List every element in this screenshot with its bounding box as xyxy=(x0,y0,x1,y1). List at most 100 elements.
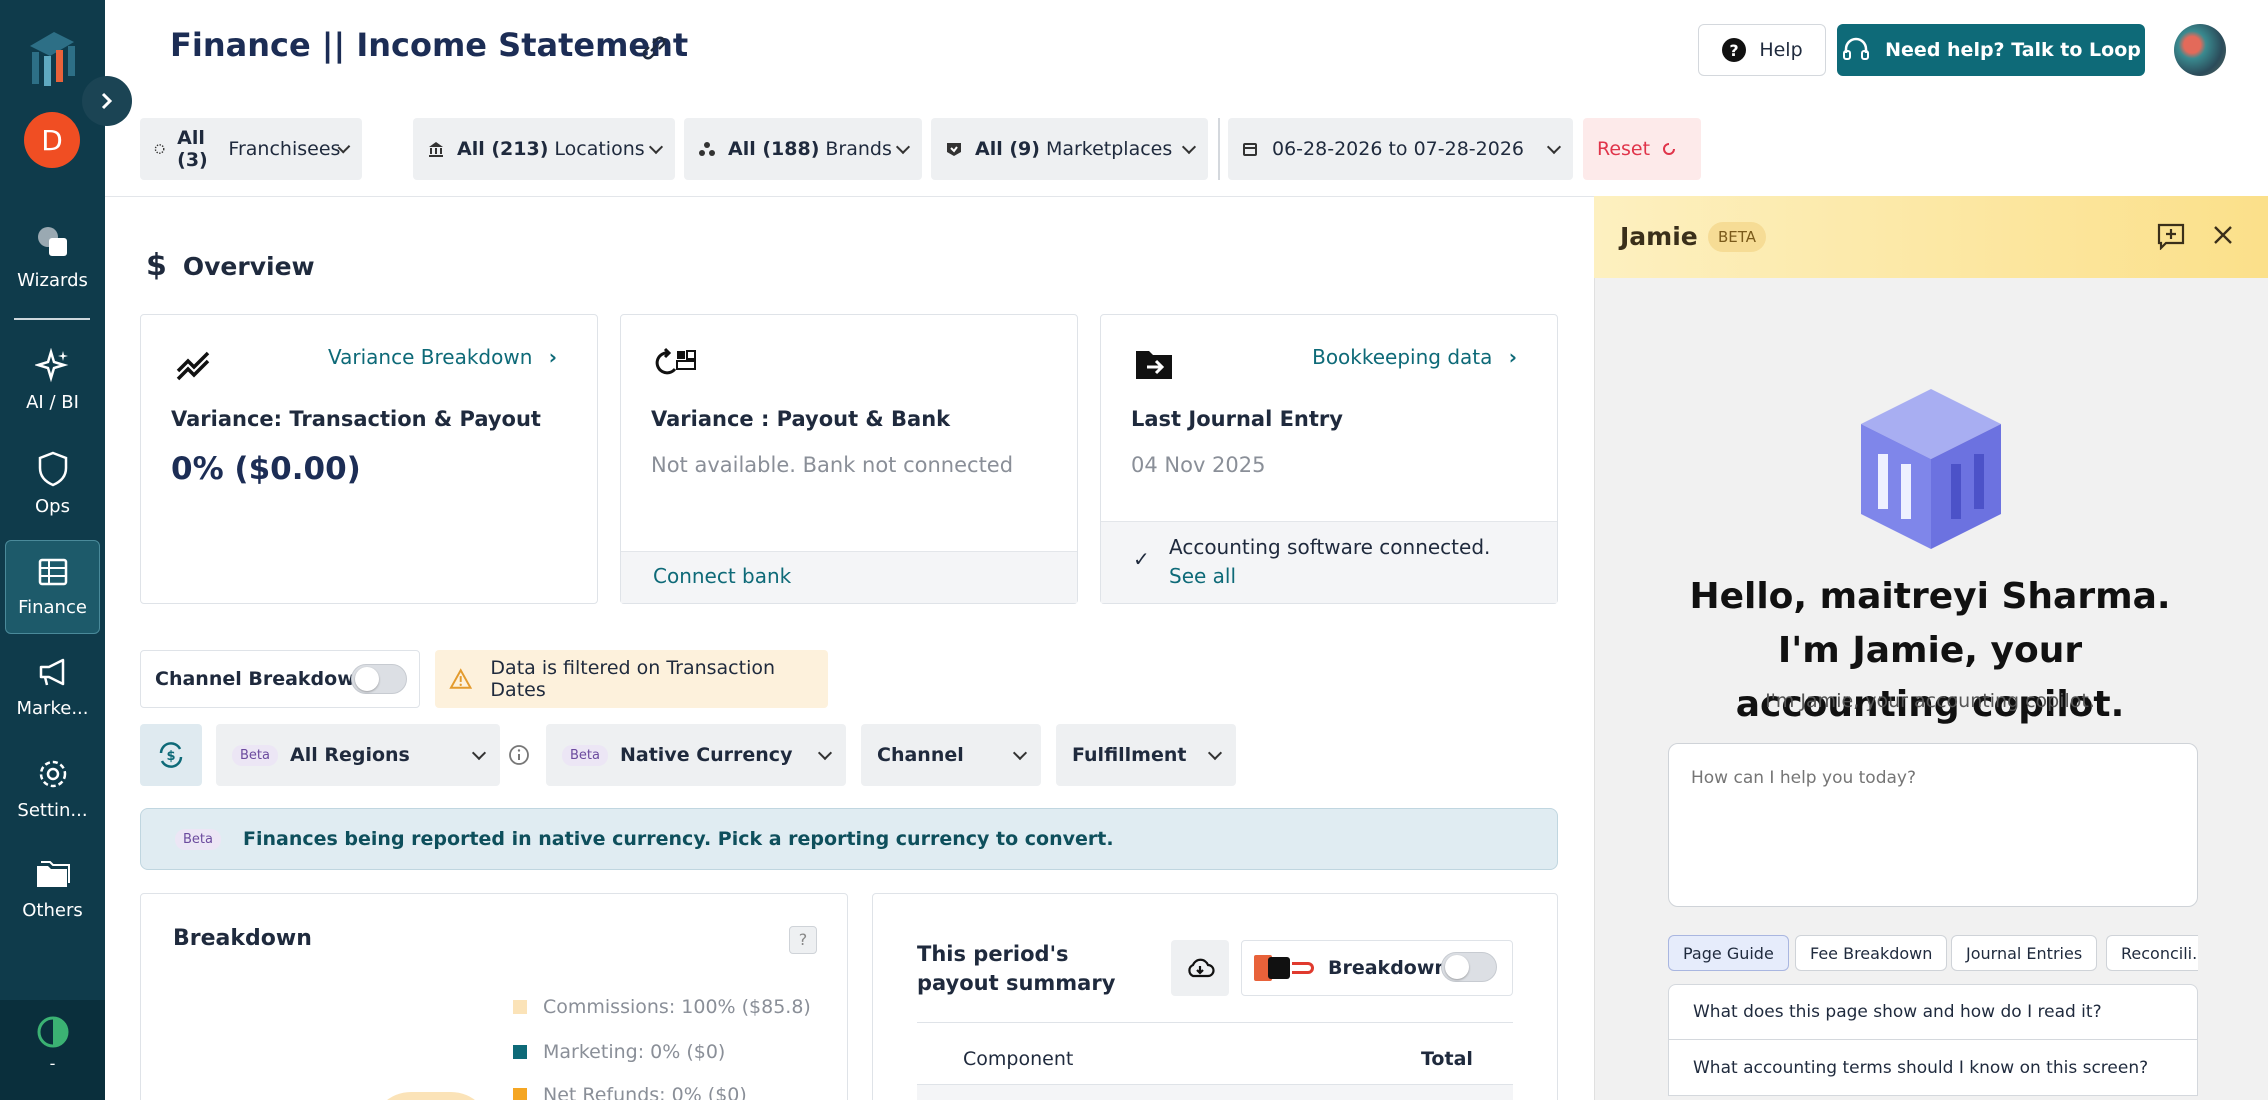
sidebar-item-wizards[interactable]: Wizards xyxy=(0,222,105,291)
reset-button[interactable]: Reset xyxy=(1583,118,1701,180)
sidebar-item-label: Marke... xyxy=(16,698,89,719)
chip-fee-breakdown[interactable]: Fee Breakdown xyxy=(1795,935,1948,971)
legend-swatch xyxy=(513,1045,527,1059)
suggestion-item[interactable]: What does this page show and how do I re… xyxy=(1668,984,2198,1040)
legend-item: Commissions: 100% ($85.8) xyxy=(513,996,811,1018)
help-button[interactable]: ? Help xyxy=(1698,24,1826,76)
dots-icon xyxy=(154,144,165,154)
talk-to-loop-button[interactable]: Need help? Talk to Loop xyxy=(1837,24,2145,76)
table-header-row xyxy=(917,1084,1513,1100)
franchisees-label: Franchisees xyxy=(228,138,341,160)
new-chat-icon[interactable] xyxy=(2156,222,2186,250)
channel-breakdown-toggle[interactable] xyxy=(351,664,407,694)
sidebar-item-ai-bi[interactable]: AI / BI xyxy=(0,348,105,413)
svg-text:?: ? xyxy=(1730,41,1739,60)
chip-journal-entries[interactable]: Journal Entries xyxy=(1951,935,2098,971)
sidebar-item-ops[interactable]: Ops xyxy=(0,450,105,517)
chevron-down-icon xyxy=(1207,745,1223,760)
chevron-right-icon xyxy=(101,92,113,110)
legend-label: Net Refunds: 0% ($0) xyxy=(543,1084,747,1100)
gear-icon xyxy=(39,760,66,788)
date-range-filter[interactable]: 06-28-2026 to 07-28-2026 xyxy=(1228,118,1573,180)
fulfillment-dropdown[interactable]: Fulfillment xyxy=(1056,724,1236,786)
svg-text:$: $ xyxy=(166,749,175,764)
franchisees-count: All (3) xyxy=(177,127,208,171)
jamie-subtitle: I'm Jamie, your accounting copilot. xyxy=(1765,690,2095,712)
chip-page-guide[interactable]: Page Guide xyxy=(1668,935,1789,971)
franchisees-filter[interactable]: All (3) Franchisees xyxy=(140,118,362,180)
variance-breakdown-link[interactable]: Variance Breakdown › xyxy=(328,345,557,369)
help-icon: ? xyxy=(1722,38,1747,62)
status-icon[interactable] xyxy=(35,1014,71,1050)
download-button[interactable] xyxy=(1171,940,1229,996)
bookkeeping-link[interactable]: Bookkeeping data › xyxy=(1312,345,1517,369)
locations-label: Locations xyxy=(554,138,645,160)
folder-arrow-icon xyxy=(1136,351,1172,379)
currency-label: Native Currency xyxy=(619,744,793,766)
info-icon[interactable] xyxy=(508,744,530,766)
sidebar-footer: - xyxy=(0,1000,105,1100)
jamie-prompt-input[interactable] xyxy=(1668,743,2198,907)
trend-icon xyxy=(176,351,210,381)
payout-breakdown-toggle[interactable] xyxy=(1441,952,1497,982)
sidebar: D Wizards AI / BI Ops Finance Marke... S… xyxy=(0,0,105,1100)
sidebar-item-label: Finance xyxy=(18,597,87,618)
variance-breakdown-label: Variance Breakdown xyxy=(328,345,533,369)
chevron-down-icon xyxy=(1012,745,1028,760)
suggestion-text: What accounting terms should I know on t… xyxy=(1693,1057,2149,1078)
sidebar-item-label: Others xyxy=(22,900,83,921)
accounting-status: Accounting software connected. xyxy=(1169,535,1491,559)
profile-avatar[interactable] xyxy=(2174,24,2226,76)
page-title: Finance || Income Statement xyxy=(170,26,689,64)
bank-status: Not available. Bank not connected xyxy=(651,453,1014,477)
sidebar-expand-button[interactable] xyxy=(82,76,132,126)
app-logo[interactable] xyxy=(24,28,80,88)
sidebar-item-settings[interactable]: Settin... xyxy=(0,756,105,821)
sync-icon xyxy=(655,347,696,375)
sidebar-item-marketing[interactable]: Marke... xyxy=(0,654,105,719)
breakdown-card: Breakdown ? Commissions: 100% ($85.8) Ma… xyxy=(140,893,848,1100)
brands-label: Brands xyxy=(825,138,892,160)
beta-badge: Beta xyxy=(175,828,221,850)
close-icon[interactable] xyxy=(2212,224,2234,246)
help-label: Help xyxy=(1759,39,1803,61)
locations-filter[interactable]: All (213) Locations xyxy=(413,118,675,180)
chevron-down-icon xyxy=(1181,139,1197,154)
sidebar-item-label: Wizards xyxy=(17,270,88,291)
legend-label: Marketing: 0% ($0) xyxy=(543,1041,726,1063)
chevron-down-icon xyxy=(1546,139,1562,154)
help-icon[interactable]: ? xyxy=(789,926,817,954)
megaphone-icon xyxy=(39,658,64,686)
col-total: Total xyxy=(1421,1048,1473,1070)
brands-filter[interactable]: All (188) Brands xyxy=(684,118,922,180)
bookkeeping-label: Bookkeeping data xyxy=(1312,345,1493,369)
channel-dropdown[interactable]: Channel xyxy=(861,724,1041,786)
table-divider xyxy=(917,1022,1513,1023)
payout-title-line2: payout summary xyxy=(917,971,1116,995)
currency-convert-button[interactable]: $ xyxy=(140,724,202,786)
connect-bank-link[interactable]: Connect bank xyxy=(653,564,791,588)
brands-count: All (188) xyxy=(728,138,820,160)
link-icon[interactable] xyxy=(638,32,670,64)
user-initial: D xyxy=(41,123,63,157)
variance-value: 0% ($0.00) xyxy=(171,451,361,487)
regions-label: All Regions xyxy=(289,744,410,766)
sidebar-item-others[interactable]: Others xyxy=(0,858,105,921)
currency-banner: Beta Finances being reported in native c… xyxy=(140,808,1558,870)
chip-reconciliation[interactable]: Reconcili... xyxy=(2106,935,2198,971)
sparkle-icon xyxy=(34,348,68,383)
legend-item: Marketing: 0% ($0) xyxy=(513,1041,725,1063)
chevron-right-icon: › xyxy=(1508,345,1517,369)
marketplaces-filter[interactable]: All (9) Marketplaces xyxy=(931,118,1208,180)
card-title: Variance : Payout & Bank xyxy=(651,407,951,431)
regions-dropdown[interactable]: Beta All Regions xyxy=(216,724,500,786)
col-component: Component xyxy=(963,1048,1074,1070)
dollar-icon: $ xyxy=(146,248,167,283)
suggestion-item[interactable]: What accounting terms should I know on t… xyxy=(1668,1040,2198,1096)
see-all-link[interactable]: See all xyxy=(1169,564,1236,588)
user-avatar[interactable]: D xyxy=(24,112,80,168)
currency-dropdown[interactable]: Beta Native Currency xyxy=(546,724,846,786)
sidebar-item-finance[interactable]: Finance xyxy=(5,540,100,634)
sidebar-divider xyxy=(14,318,90,320)
filter-divider xyxy=(1218,118,1220,180)
